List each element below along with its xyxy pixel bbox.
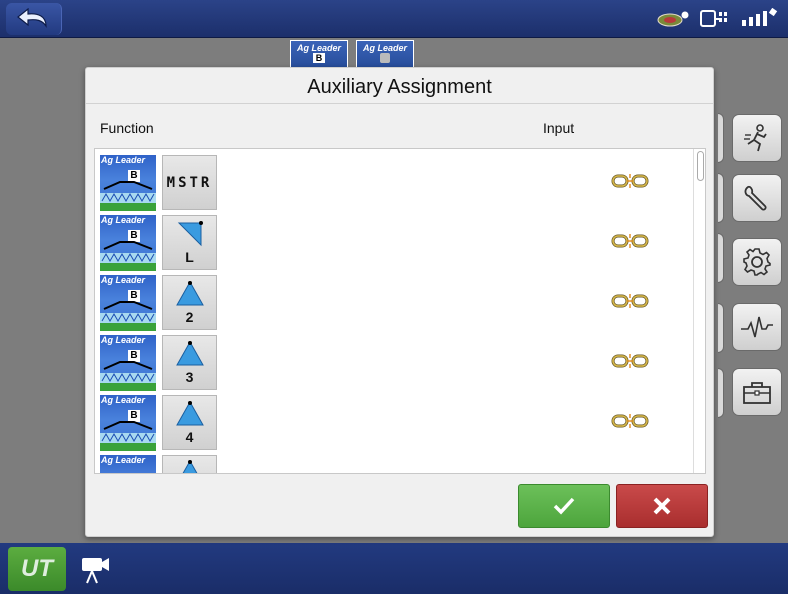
tab-badge-icon	[380, 53, 390, 63]
settings-button[interactable]	[732, 238, 782, 286]
camera-button[interactable]	[76, 551, 116, 589]
list-item[interactable]: Ag Leader B L	[95, 211, 705, 271]
unlinked-chain-icon[interactable]	[611, 232, 649, 250]
list-scrollbar[interactable]	[693, 149, 705, 473]
sidebar-stub	[718, 368, 724, 418]
gps-receiver-icon[interactable]	[656, 9, 690, 29]
tab-brand-label: Ag Leader	[362, 43, 407, 53]
bottom-bar: UT	[0, 543, 788, 594]
function-number: 2	[185, 308, 194, 325]
sidebar-stub	[718, 303, 724, 353]
master-switch-icon: MSTR	[162, 155, 217, 210]
spray-cone-icon	[175, 340, 204, 365]
ag-leader-logo: Ag Leader B	[100, 155, 156, 211]
sprayer-boom-icon	[100, 241, 156, 271]
camera-icon	[82, 558, 109, 584]
ag-leader-logo: Ag Leader	[100, 455, 156, 473]
function-label: MSTR	[166, 174, 213, 191]
ut-label: UT	[21, 555, 53, 582]
boom-section-icon: 3	[162, 335, 217, 390]
sidebar-stub	[718, 173, 724, 223]
function-number: 3	[185, 368, 194, 385]
function-column-header: Function	[100, 120, 154, 136]
tab-badge: B	[313, 53, 325, 63]
list-item[interactable]: Ag Leader B 4	[95, 391, 705, 451]
gear-icon	[743, 248, 771, 276]
tab-brand-label: Ag Leader	[296, 43, 341, 53]
back-button[interactable]	[6, 3, 62, 35]
close-icon	[653, 497, 671, 515]
sidebar-stub	[718, 113, 724, 163]
unlinked-chain-icon[interactable]	[611, 412, 649, 430]
boom-section-icon	[162, 455, 217, 473]
confirm-button[interactable]	[518, 484, 610, 528]
implement-status-icon[interactable]	[700, 9, 730, 29]
list-item[interactable]: Ag Leader	[95, 451, 705, 473]
list-item[interactable]: Ag Leader B MSTR	[95, 151, 705, 211]
toolbox-icon	[743, 382, 771, 404]
scrollbar-thumb[interactable]	[697, 151, 704, 181]
sprayer-boom-icon	[100, 301, 156, 331]
list-item[interactable]: Ag Leader B 2	[95, 271, 705, 331]
status-icons	[656, 6, 780, 32]
ag-leader-logo: Ag Leader B	[100, 275, 156, 331]
run-button[interactable]	[732, 114, 782, 162]
tools-button[interactable]	[732, 174, 782, 222]
diagnostics-button[interactable]	[732, 303, 782, 351]
implement-tab-2[interactable]: Ag Leader	[356, 40, 414, 70]
ag-leader-logo: Ag Leader B	[100, 335, 156, 391]
sprayer-boom-icon	[100, 361, 156, 391]
unlinked-chain-icon[interactable]	[611, 352, 649, 370]
boom-section-icon: 4	[162, 395, 217, 450]
brand-label: Ag Leader	[101, 455, 146, 465]
assignment-list[interactable]: Ag Leader B MSTR Ag Leader B L Ag Leader…	[94, 148, 706, 474]
boom-section-left-icon: L	[162, 215, 217, 270]
dialog-title: Auxiliary Assignment	[86, 68, 713, 104]
top-status-bar	[0, 0, 788, 38]
toolbox-button[interactable]	[732, 368, 782, 416]
sprayer-boom-icon	[100, 421, 156, 451]
sprayer-boom-icon	[100, 181, 156, 211]
running-man-icon	[744, 124, 767, 152]
ag-leader-logo: Ag Leader B	[100, 215, 156, 271]
sidebar-stub	[718, 233, 724, 283]
ag-leader-logo: Ag Leader B	[100, 395, 156, 451]
boom-section-icon: 2	[162, 275, 217, 330]
wrench-icon	[744, 185, 767, 211]
implement-tab-1[interactable]: Ag Leader B	[290, 40, 348, 70]
back-arrow-icon	[16, 8, 47, 28]
function-number: 4	[185, 428, 194, 445]
spray-left-icon	[177, 220, 203, 246]
spray-cone-icon	[182, 460, 197, 473]
universal-terminal-button[interactable]: UT	[8, 547, 66, 591]
satellite-signal-icon[interactable]	[740, 8, 780, 30]
function-number: L	[185, 248, 194, 265]
right-sidebar	[718, 38, 788, 543]
checkmark-icon	[553, 497, 575, 515]
unlinked-chain-icon[interactable]	[611, 292, 649, 310]
spray-cone-icon	[175, 400, 204, 425]
spray-cone-icon	[175, 280, 204, 305]
input-column-header: Input	[543, 120, 575, 136]
pulse-icon	[741, 316, 773, 338]
list-item[interactable]: Ag Leader B 3	[95, 331, 705, 391]
auxiliary-assignment-dialog: Auxiliary Assignment Function Input Ag L…	[85, 67, 714, 537]
unlinked-chain-icon[interactable]	[611, 172, 649, 190]
cancel-button[interactable]	[616, 484, 708, 528]
